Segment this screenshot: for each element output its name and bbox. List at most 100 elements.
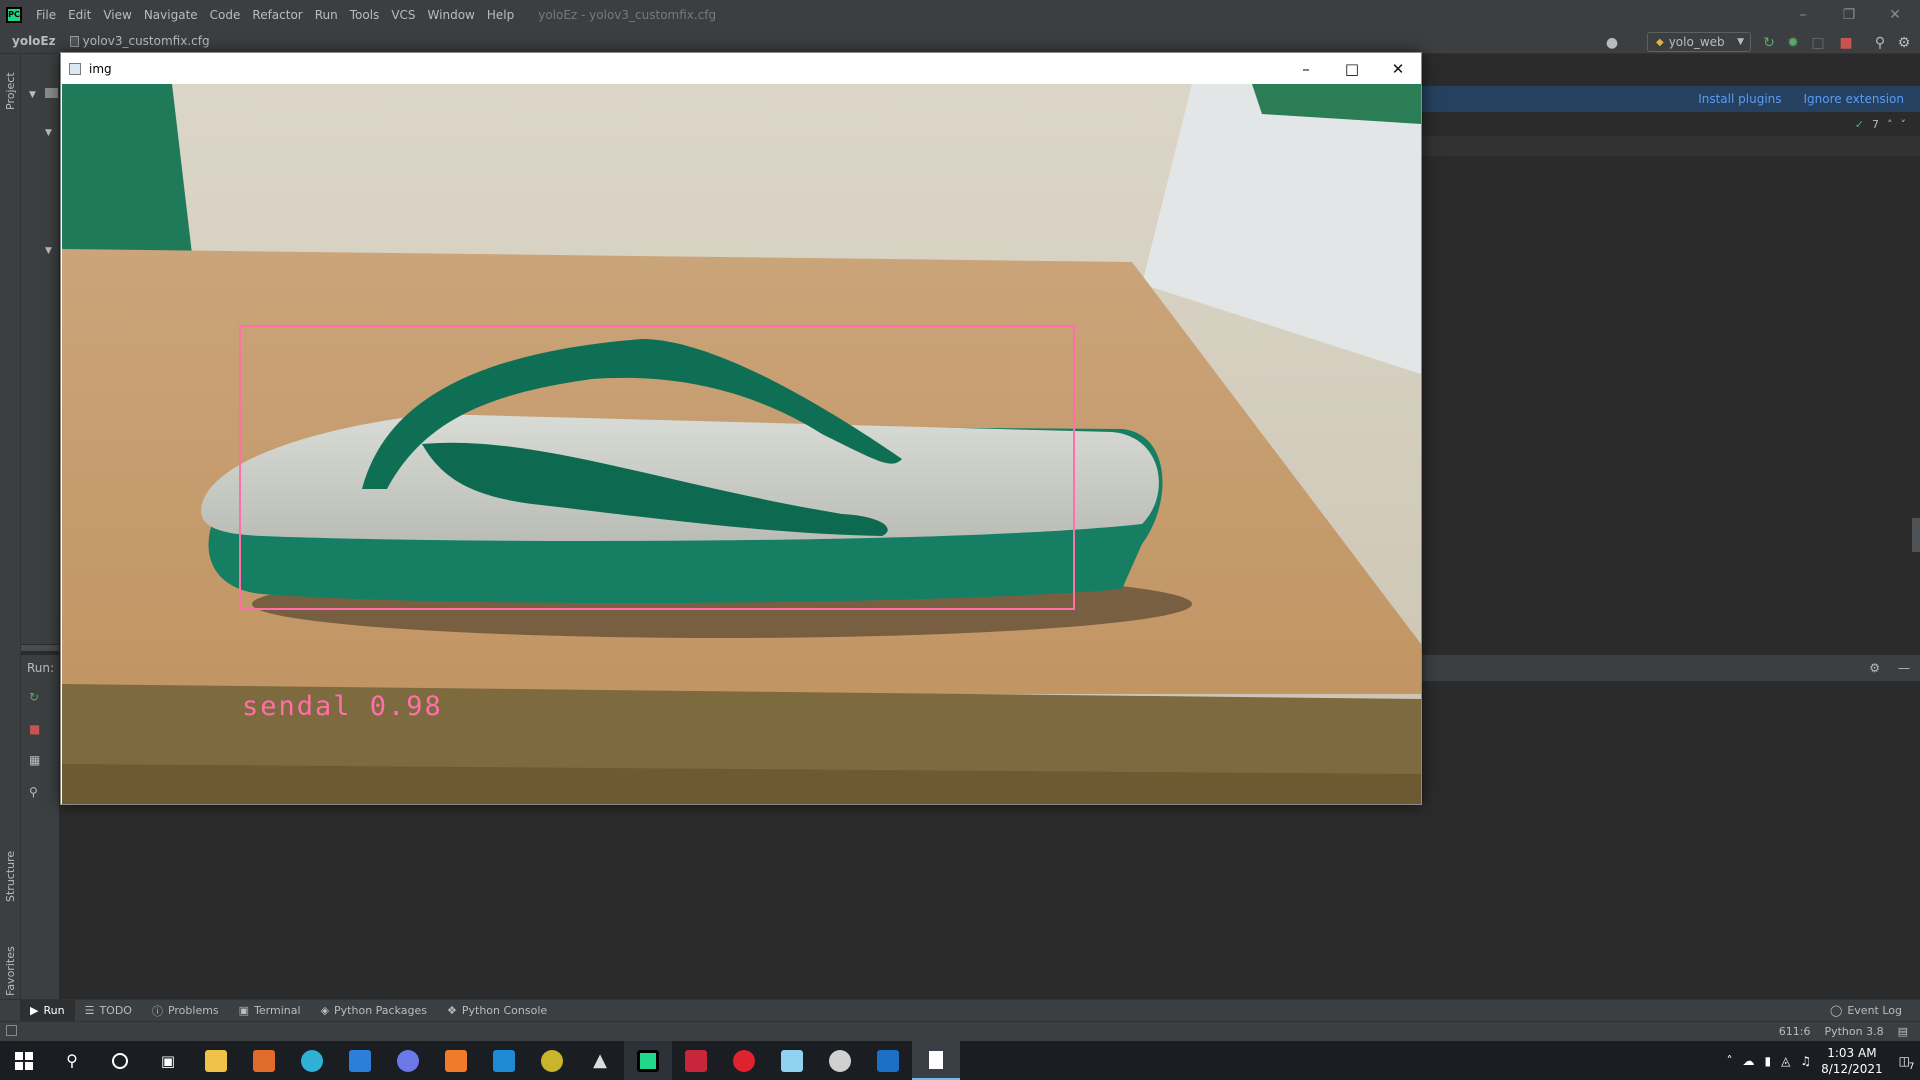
ide-minimize-button[interactable]: – (1780, 0, 1826, 29)
run-config-select[interactable]: ◆ yolo_web ▼ (1647, 32, 1751, 52)
chevron-down-icon[interactable]: ˅ (1901, 118, 1907, 131)
python-console-icon: ❖ (446, 1004, 457, 1017)
menu-help[interactable]: Help (481, 8, 520, 22)
stop-icon[interactable]: ■ (1838, 35, 1854, 51)
tab-python-packages[interactable]: ◈ Python Packages (311, 1000, 437, 1022)
file-explorer-icon (205, 1049, 227, 1072)
ide-menubar: PC File Edit View Navigate Code Refactor… (0, 0, 1920, 29)
img-window-titlebar[interactable]: img – □ ✕ (61, 53, 1421, 84)
settings-gear-icon[interactable]: ⚙ (1896, 35, 1912, 51)
taskbar-inkscape[interactable]: ▲ (576, 1041, 624, 1080)
menu-view[interactable]: View (97, 8, 137, 22)
taskbar-opera[interactable] (720, 1041, 768, 1080)
img-minimize-button[interactable]: – (1283, 53, 1329, 84)
stop-icon[interactable]: ■ (29, 722, 40, 736)
toggle-tool-windows-icon[interactable] (6, 1025, 17, 1036)
taskbar-task-view[interactable]: ▣ (144, 1041, 192, 1080)
run-panel-sidebar: Run: ↻ ■ ▦ ⚲ ▩ (21, 655, 70, 1000)
menu-file[interactable]: File (30, 8, 62, 22)
clock[interactable]: 1:03 AM 8/12/2021 (1821, 1045, 1883, 1077)
wifi-icon[interactable]: ◬ (1781, 1054, 1790, 1068)
search-icon: ⚲ (66, 1051, 78, 1070)
chevron-down-icon[interactable]: ▼ (29, 90, 36, 100)
event-log-tab[interactable]: ◯ Event Log (1820, 1000, 1912, 1022)
folder-icon (45, 88, 58, 98)
clock-time: 1:03 AM (1827, 1045, 1877, 1060)
python-icon: ◆ (1656, 36, 1664, 48)
notification-center-button[interactable]: ◫ 7 (1899, 1054, 1915, 1072)
taskbar-pycharm[interactable] (624, 1041, 672, 1080)
pin-icon[interactable]: ⚲ (29, 785, 38, 799)
favorites-tool-tab[interactable]: Favorites (4, 946, 17, 996)
ide-close-button[interactable]: ✕ (1872, 0, 1918, 29)
structure-tool-tab[interactable]: Structure (4, 851, 17, 902)
ignore-extension-link[interactable]: Ignore extension (1804, 92, 1904, 106)
tab-terminal[interactable]: ▣ Terminal (229, 1000, 311, 1022)
chevron-down-icon[interactable]: ▼ (45, 246, 52, 256)
settings-gear-icon[interactable]: ⚙ (1869, 661, 1880, 675)
user-icon[interactable]: ● (1604, 35, 1620, 51)
lock-icon[interactable]: ▤ (1898, 1025, 1908, 1038)
rerun-icon[interactable]: ↻ (1761, 35, 1777, 51)
menu-tools[interactable]: Tools (344, 8, 386, 22)
taskbar-chrome[interactable] (816, 1041, 864, 1080)
battery-icon[interactable]: ▮ (1765, 1054, 1772, 1068)
menu-refactor[interactable]: Refactor (246, 8, 308, 22)
edge-icon (301, 1049, 323, 1072)
img-maximize-button[interactable]: □ (1329, 53, 1375, 84)
caret-position[interactable]: 611:6 (1779, 1025, 1811, 1038)
taskbar-file-explorer[interactable] (192, 1041, 240, 1080)
taskbar-discord[interactable] (384, 1041, 432, 1080)
taskbar-sublime[interactable] (240, 1041, 288, 1080)
panel-splitter[interactable] (21, 645, 59, 651)
img-close-button[interactable]: ✕ (1375, 53, 1421, 84)
menu-navigate[interactable]: Navigate (138, 8, 204, 22)
coverage-icon[interactable]: □ (1810, 35, 1826, 51)
taskbar-xampp[interactable] (432, 1041, 480, 1080)
inspections-count[interactable]: 7 (1872, 118, 1879, 131)
breadcrumb-project[interactable]: yoloEz (12, 34, 56, 48)
search-everywhere-icon[interactable]: ⚲ (1872, 35, 1888, 51)
breadcrumb-file[interactable]: yolov3_customfix.cfg (69, 34, 210, 48)
taskbar-cortana[interactable] (96, 1041, 144, 1080)
menu-code[interactable]: Code (204, 8, 247, 22)
tab-problems-label: Problems (167, 1004, 219, 1017)
hide-panel-icon[interactable]: — (1898, 661, 1910, 675)
volume-icon[interactable]: ♫ (1800, 1054, 1811, 1068)
rerun-icon[interactable]: ↻ (29, 690, 39, 704)
packages-icon: ◈ (320, 1004, 330, 1017)
install-plugins-link[interactable]: Install plugins (1698, 92, 1781, 106)
onedrive-icon[interactable]: ☁ (1743, 1054, 1755, 1068)
taskbar-mail[interactable] (336, 1041, 384, 1080)
menu-vcs[interactable]: VCS (385, 8, 421, 22)
tab-todo[interactable]: ☰ TODO (75, 1000, 142, 1022)
taskbar-anaconda[interactable] (528, 1041, 576, 1080)
chevron-down-icon[interactable]: ▼ (45, 128, 52, 138)
tab-problems[interactable]: ⓘ Problems (142, 1000, 229, 1022)
chevron-up-icon[interactable]: ˄ (1887, 118, 1893, 131)
taskbar-vivaldi[interactable] (672, 1041, 720, 1080)
tab-python-console[interactable]: ❖ Python Console (437, 1000, 557, 1022)
menu-window[interactable]: Window (422, 8, 481, 22)
taskbar-vscode[interactable] (480, 1041, 528, 1080)
chevron-up-icon[interactable]: ˄ (1727, 1054, 1733, 1068)
menu-run[interactable]: Run (309, 8, 344, 22)
detection-image: sendal 0.98 (62, 84, 1421, 804)
sublime-icon (253, 1049, 275, 1072)
ide-restore-button[interactable]: ❐ (1826, 0, 1872, 29)
python-interpreter[interactable]: Python 3.8 (1824, 1025, 1883, 1038)
taskbar-search[interactable]: ⚲ (48, 1041, 96, 1080)
taskbar-notepad-app[interactable] (768, 1041, 816, 1080)
project-tool-tab[interactable]: Project (4, 72, 17, 110)
navigation-bar: yoloEz yolov3_customfix.cfg (0, 29, 1920, 54)
debug-icon[interactable]: ✹ (1785, 35, 1801, 51)
start-button[interactable] (0, 1041, 48, 1080)
layout-icon[interactable]: ▦ (29, 753, 40, 767)
editor-scrollbar[interactable] (1912, 518, 1920, 552)
taskbar-photos[interactable] (864, 1041, 912, 1080)
menu-edit[interactable]: Edit (62, 8, 97, 22)
clock-date: 8/12/2021 (1821, 1061, 1883, 1076)
taskbar-notepad-active[interactable] (912, 1041, 960, 1080)
tab-run[interactable]: ▶ Run (20, 999, 75, 1022)
taskbar-edge[interactable] (288, 1041, 336, 1080)
